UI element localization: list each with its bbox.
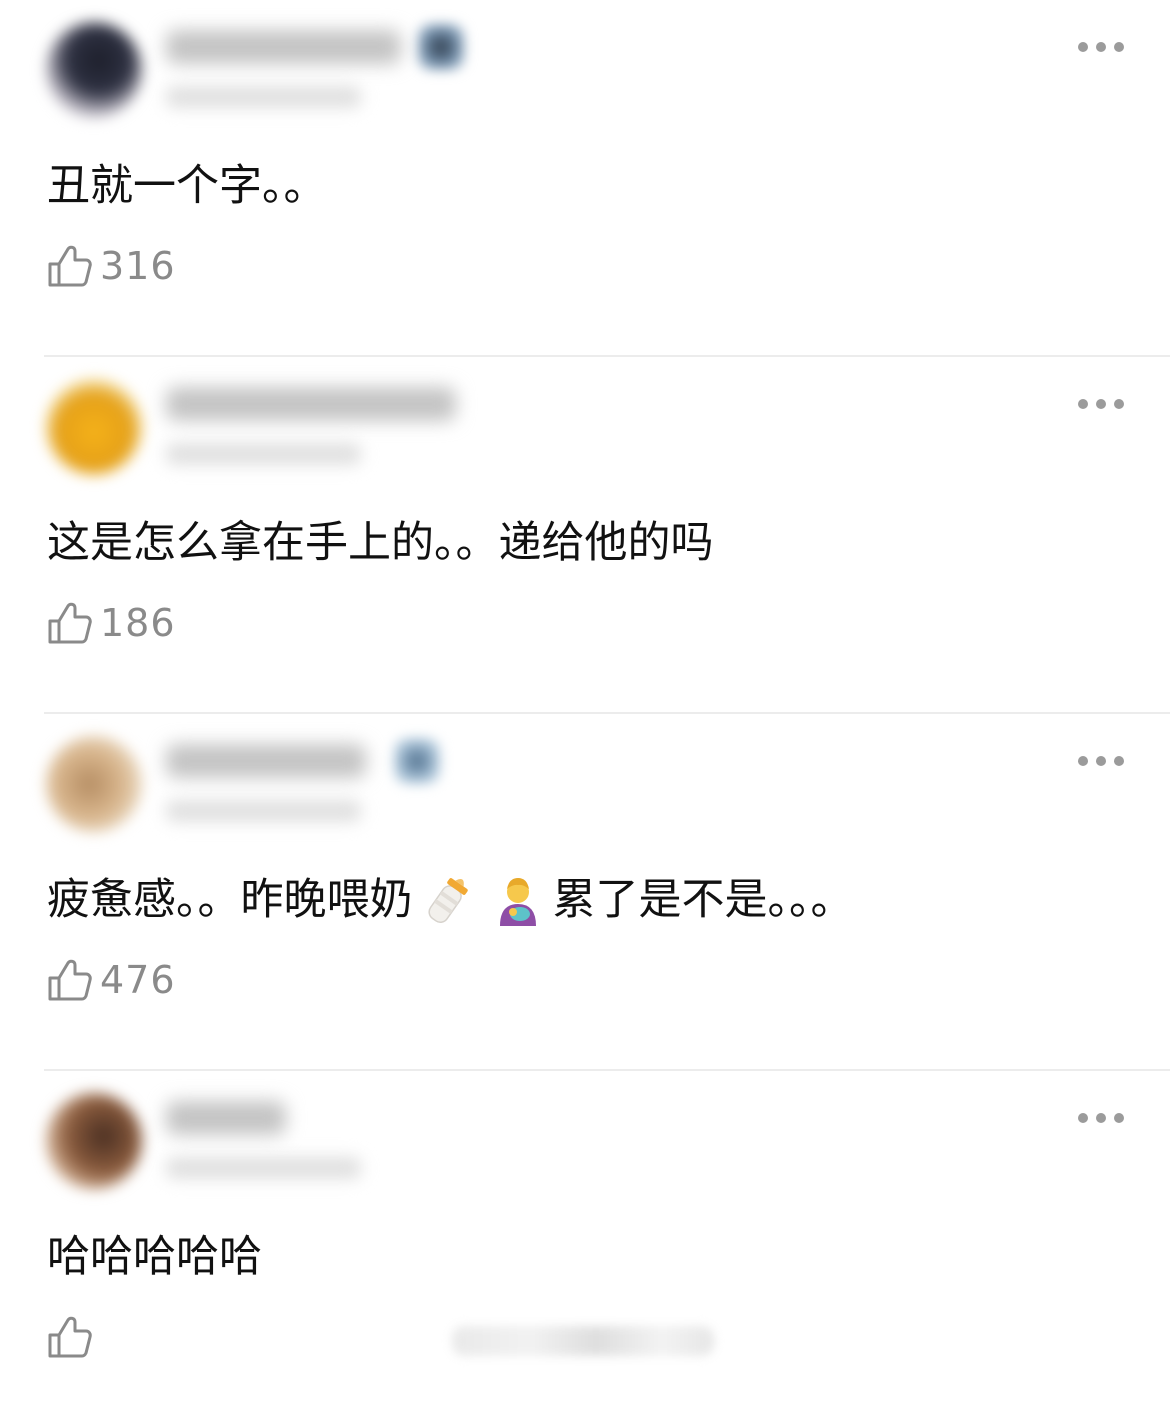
more-options-icon[interactable]	[1078, 397, 1124, 411]
avatar[interactable]	[46, 22, 142, 118]
comment-text: 丑就一个字。。	[47, 161, 327, 211]
comment-item: 这是怎么拿在手上的。。递给他的吗 186	[0, 357, 1170, 714]
like-count: 476	[100, 958, 176, 1002]
thumbs-up-icon	[48, 245, 92, 287]
like-button[interactable]: 186	[46, 599, 176, 647]
more-options-icon[interactable]	[1078, 754, 1124, 768]
like-button[interactable]: 316	[46, 242, 176, 290]
comment-text: 哈哈哈哈哈	[47, 1232, 262, 1282]
more-options-icon[interactable]	[1078, 1111, 1124, 1125]
comment-meta-blurred	[166, 800, 361, 822]
like-button[interactable]	[46, 1313, 100, 1361]
comment-text-part: 疲惫感。。昨晚喂奶	[47, 875, 413, 925]
thumbs-up-icon	[48, 959, 92, 1001]
username-blurred[interactable]	[166, 1101, 286, 1135]
more-options-icon[interactable]	[1078, 40, 1124, 54]
username-blurred[interactable]	[166, 30, 401, 64]
comment-item: 哈哈哈哈哈	[0, 1071, 1170, 1428]
comment-meta-blurred	[166, 443, 361, 465]
like-count: 186	[100, 601, 176, 645]
thumbs-up-icon	[48, 1316, 92, 1358]
user-badge-icon	[394, 738, 440, 784]
comment-text-part: 累了是不是。。。	[552, 875, 854, 925]
comment-item: 疲惫感。。昨晚喂奶 累了是不是。。。 476	[0, 714, 1170, 1071]
comment-meta-blurred	[166, 1157, 361, 1179]
avatar[interactable]	[46, 736, 142, 832]
comment-text: 疲惫感。。昨晚喂奶 累了是不是。。。	[47, 872, 854, 928]
comment-item: 丑就一个字。。 316	[0, 0, 1170, 357]
user-badge-icon	[418, 24, 464, 70]
thumbs-up-icon	[48, 602, 92, 644]
avatar[interactable]	[46, 379, 142, 475]
like-count: 316	[100, 244, 176, 288]
watermark-blurred	[452, 1326, 714, 1356]
comment-text: 这是怎么拿在手上的。。递给他的吗	[47, 518, 714, 568]
comment-meta-blurred	[166, 86, 361, 108]
username-blurred[interactable]	[166, 387, 456, 421]
man-feeding-baby-icon	[483, 872, 553, 928]
username-blurred[interactable]	[166, 744, 366, 778]
like-button[interactable]: 476	[46, 956, 176, 1004]
avatar[interactable]	[46, 1093, 142, 1189]
baby-bottle-icon	[413, 872, 483, 928]
